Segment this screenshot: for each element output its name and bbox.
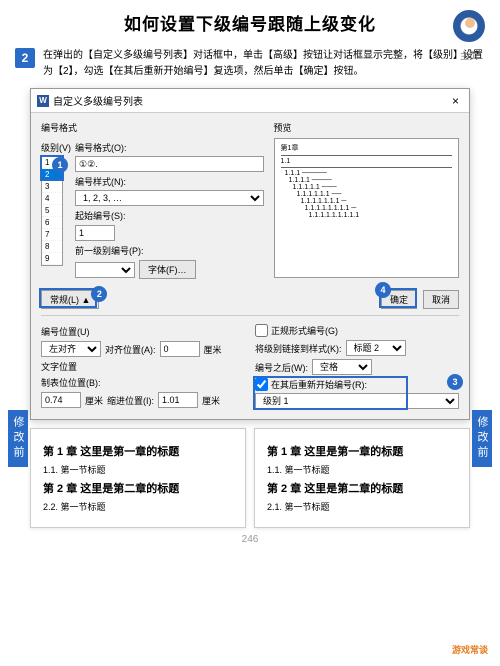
prev-label: 前一级别编号(P):	[75, 244, 264, 257]
alignat-label: 对齐位置(A):	[105, 343, 156, 356]
style-label: 编号样式(N):	[75, 175, 264, 188]
align-select[interactable]: 左对齐	[41, 341, 101, 357]
unit-label3: 厘米	[202, 394, 220, 407]
alignat-spinner[interactable]	[160, 341, 200, 357]
pos-label: 编号位置(U)	[41, 325, 245, 338]
level-item[interactable]: 4	[42, 193, 62, 205]
format-input[interactable]	[75, 156, 264, 172]
titlebar: W 自定义多级编号列表 ×	[31, 89, 469, 113]
card-heading: 第 2 章 这里是第二章的标题	[43, 480, 233, 496]
tab-label: 制表位位置(B):	[41, 376, 101, 389]
restart-check-label: 在其后重新开始编号(R):	[271, 378, 367, 391]
level-item[interactable]: 9	[42, 253, 62, 265]
unit-label: 厘米	[204, 343, 222, 356]
indent-label: 缩进位置(I):	[107, 394, 154, 407]
linkstyle-select[interactable]: 标题 2	[346, 340, 406, 356]
page-number: 246	[0, 534, 500, 545]
preview-sub: 1.1	[281, 158, 452, 165]
num-format-group: 编号格式	[41, 121, 264, 134]
tab-spinner[interactable]	[41, 392, 81, 408]
font-button[interactable]: 字体(F)…	[139, 260, 196, 279]
formal-check-label: 正规形式编号(G)	[271, 324, 338, 337]
card-sub: 2.2. 第一节标题	[43, 500, 233, 513]
step-number-badge: 2	[15, 48, 35, 68]
level-label: 级别(V)	[41, 141, 71, 154]
preview-ch1: 第1章	[281, 143, 452, 153]
card-sub: 1.1. 第一节标题	[43, 463, 233, 476]
level-item[interactable]: 8	[42, 241, 62, 253]
restart-level-select[interactable]: 级别 1	[255, 393, 459, 409]
card-sub: 1.1. 第一节标题	[267, 463, 457, 476]
card-sub: 2.1. 第一节标题	[267, 500, 457, 513]
textpos-label: 文字位置	[41, 360, 245, 373]
style-select[interactable]: 1, 2, 3, …	[75, 190, 264, 206]
level-item[interactable]: 6	[42, 217, 62, 229]
prev-select[interactable]	[75, 262, 135, 278]
card-heading: 第 2 章 这里是第二章的标题	[267, 480, 457, 496]
callout-3: 3	[447, 374, 463, 390]
dialog-window: W 自定义多级编号列表 × 编号格式 级别(V) 1 2 3 4	[30, 88, 470, 420]
card-heading: 第 1 章 这里是第一章的标题	[43, 443, 233, 459]
indent-spinner[interactable]	[158, 392, 198, 408]
page-title: 如何设置下级编号跟随上级变化	[0, 10, 500, 35]
avatar	[453, 10, 485, 42]
callout-2: 2	[91, 286, 107, 302]
callout-4: 4	[375, 282, 391, 298]
start-label: 起始编号(S):	[75, 209, 264, 222]
side-label-before-right: 修改前	[472, 410, 492, 467]
word-icon: W	[37, 95, 49, 107]
format-label: 编号格式(O):	[75, 141, 264, 154]
watermark: 游戏常谈	[452, 643, 488, 656]
after-select[interactable]: 空格	[312, 359, 372, 375]
level-item[interactable]: 7	[42, 229, 62, 241]
unit-label2: 厘米	[85, 394, 103, 407]
home-link[interactable]: 主页	[453, 49, 485, 62]
author-box: 主页	[453, 10, 485, 62]
level-list[interactable]: 1 2 3 4 5 6 7 8 9 1	[41, 156, 63, 266]
preview-label: 预览	[274, 121, 459, 134]
side-label-before-left: 修改前	[8, 410, 28, 467]
restart-checkbox[interactable]	[255, 378, 268, 391]
cancel-button[interactable]: 取消	[423, 290, 459, 309]
level-item[interactable]: 5	[42, 205, 62, 217]
after-label: 编号之后(W):	[255, 361, 308, 374]
close-icon[interactable]: ×	[448, 94, 463, 108]
level-item[interactable]: 3	[42, 181, 62, 193]
card-heading: 第 1 章 这里是第一章的标题	[267, 443, 457, 459]
callout-1: 1	[52, 157, 68, 173]
result-card-after: 第 1 章 这里是第一章的标题 1.1. 第一节标题 第 2 章 这里是第二章的…	[254, 428, 470, 528]
formal-checkbox[interactable]	[255, 324, 268, 337]
linkstyle-label: 将级别链接到样式(K):	[255, 342, 342, 355]
preview-box: 第1章 1.1 1.1.1 ───── 1.1.1.1 ──── 1.1.1.1…	[274, 138, 459, 278]
step-instruction: 在弹出的【自定义多级编号列表】对话框中，单击【高级】按钮让对话框显示完整，将【级…	[43, 48, 485, 80]
result-card-before: 第 1 章 这里是第一章的标题 1.1. 第一节标题 第 2 章 这里是第二章的…	[30, 428, 246, 528]
start-spinner[interactable]	[75, 225, 115, 241]
dialog-title: 自定义多级编号列表	[53, 93, 448, 108]
